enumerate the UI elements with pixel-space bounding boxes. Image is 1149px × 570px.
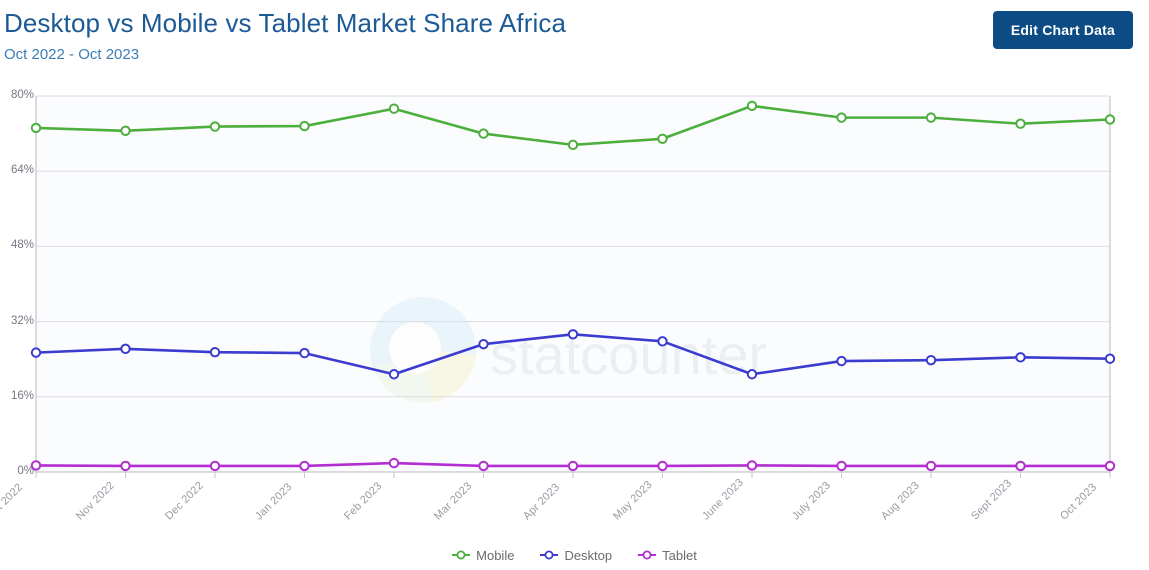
legend-marker-icon (638, 550, 657, 560)
data-point-desktop[interactable] (925, 354, 937, 366)
chart-header: Desktop vs Mobile vs Tablet Market Share… (0, 0, 1149, 78)
legend-item-label: Tablet (662, 547, 697, 563)
edit-chart-data-button[interactable]: Edit Chart Data (992, 11, 1133, 49)
legend-marker-icon (452, 550, 471, 560)
legend-item-tablet[interactable]: Tablet (638, 548, 697, 563)
data-point-desktop[interactable] (1104, 353, 1116, 364)
data-point-tablet[interactable] (120, 460, 131, 472)
data-point-desktop[interactable] (478, 338, 489, 350)
page-title: Desktop vs Mobile vs Tablet Market Share… (4, 8, 567, 38)
y-axis-tick-label: 48% (10, 239, 34, 252)
legend-item-mobile[interactable]: Mobile (452, 548, 514, 563)
y-axis-tick-label: 16% (10, 389, 34, 402)
data-point-desktop[interactable] (120, 343, 131, 355)
data-point-mobile[interactable] (388, 103, 400, 114)
data-point-mobile[interactable] (209, 121, 221, 132)
data-point-tablet[interactable] (478, 460, 489, 472)
legend-item-desktop[interactable]: Desktop (540, 548, 612, 563)
data-point-mobile[interactable] (836, 112, 847, 123)
data-point-tablet[interactable] (1104, 460, 1116, 472)
data-point-desktop[interactable] (388, 369, 400, 380)
data-point-desktop[interactable] (209, 346, 221, 358)
legend-marker-icon (540, 550, 559, 560)
data-point-desktop[interactable] (30, 347, 42, 358)
chart-page: Desktop vs Mobile vs Tablet Market Share… (0, 0, 1149, 570)
chart-plot-area: statcounter (0, 78, 1149, 498)
data-point-tablet[interactable] (836, 460, 847, 472)
data-point-tablet[interactable] (209, 460, 221, 472)
y-axis-tick-label: 64% (10, 164, 34, 177)
data-point-desktop[interactable] (299, 347, 310, 359)
data-point-desktop[interactable] (836, 355, 847, 367)
data-point-mobile[interactable] (478, 128, 489, 139)
data-point-mobile[interactable] (1104, 114, 1116, 125)
data-point-mobile[interactable] (1015, 118, 1026, 129)
date-range-subtitle: Oct 2022 - Oct 2023 (4, 46, 140, 63)
y-axis-tick-label: 80% (10, 89, 34, 101)
data-point-tablet[interactable] (299, 460, 310, 472)
legend-item-label: Mobile (476, 547, 515, 563)
y-axis-tick-label: 0% (17, 465, 34, 477)
data-point-tablet[interactable] (657, 460, 668, 472)
plot-background (36, 96, 1110, 472)
legend-item-label: Desktop (564, 547, 613, 563)
data-point-mobile[interactable] (657, 133, 668, 144)
data-point-desktop[interactable] (567, 329, 579, 340)
data-point-tablet[interactable] (388, 457, 400, 469)
data-point-tablet[interactable] (567, 460, 579, 472)
data-point-tablet[interactable] (746, 460, 758, 471)
data-point-mobile[interactable] (925, 112, 937, 123)
data-point-mobile[interactable] (30, 122, 42, 134)
data-point-tablet[interactable] (925, 460, 937, 472)
data-point-mobile[interactable] (567, 139, 579, 151)
data-point-mobile[interactable] (299, 120, 310, 132)
svg-text:statcounter: statcounter (490, 323, 767, 386)
data-point-mobile[interactable] (746, 100, 758, 112)
chart-legend: Mobile Desktop Tablet (0, 540, 1149, 570)
data-point-desktop[interactable] (657, 336, 668, 347)
data-point-tablet[interactable] (1015, 460, 1026, 472)
line-chart-svg[interactable]: statcounter (0, 78, 1149, 498)
y-axis-tick-label: 32% (10, 314, 34, 327)
data-point-desktop[interactable] (1015, 352, 1026, 363)
data-point-desktop[interactable] (746, 369, 758, 380)
data-point-mobile[interactable] (120, 125, 131, 136)
